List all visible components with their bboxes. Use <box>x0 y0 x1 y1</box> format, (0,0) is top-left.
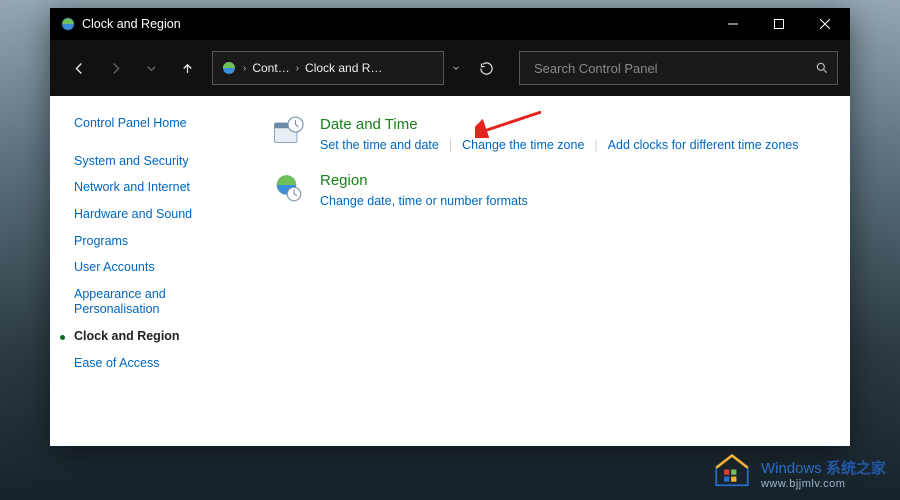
back-button[interactable] <box>62 51 96 85</box>
forward-button[interactable] <box>98 51 132 85</box>
breadcrumb-seg-1[interactable]: Clock and R… <box>305 61 382 75</box>
watermark: Windows 系统之家 www.bjjmlv.com <box>711 452 886 494</box>
maximize-button[interactable] <box>756 8 802 40</box>
sidebar-home[interactable]: Control Panel Home <box>74 116 240 132</box>
separator: | <box>449 138 452 152</box>
control-panel-window: Clock and Region <box>50 8 850 446</box>
watermark-text-1b: 系统之家 <box>826 460 886 477</box>
sidebar-item-0[interactable]: System and Security <box>74 154 240 170</box>
control-panel-icon <box>221 60 237 76</box>
category-link-0-1[interactable]: Change the time zone <box>462 138 584 152</box>
refresh-button[interactable] <box>469 51 503 85</box>
sidebar: Control Panel Home System and Security Ne… <box>50 96 250 446</box>
date-time-icon <box>270 114 306 150</box>
chevron-right-icon: › <box>243 63 246 74</box>
sidebar-item-1[interactable]: Network and Internet <box>74 180 240 196</box>
sidebar-item-6[interactable]: Clock and Region <box>74 329 240 345</box>
main-panel: Date and Time Set the time and date | Chang… <box>250 96 850 446</box>
nav-toolbar: › Cont… › Clock and R… <box>50 40 850 96</box>
chevron-right-icon: › <box>296 63 299 74</box>
category-link-1-0[interactable]: Change date, time or number formats <box>320 194 528 208</box>
category-link-0-2[interactable]: Add clocks for different time zones <box>608 138 799 152</box>
content-area: Control Panel Home System and Security Ne… <box>50 96 850 446</box>
breadcrumb-seg-0[interactable]: Cont… <box>252 61 289 75</box>
close-button[interactable] <box>802 8 848 40</box>
sidebar-item-5[interactable]: Appearance and Personalisation <box>74 287 240 318</box>
category-0: Date and Time Set the time and date | Chang… <box>270 114 830 152</box>
breadcrumb-dropdown[interactable] <box>445 51 467 85</box>
search-icon <box>815 61 829 75</box>
category-title-0[interactable]: Date and Time <box>320 116 418 134</box>
separator: | <box>594 138 597 152</box>
region-icon <box>270 170 306 206</box>
minimize-button[interactable] <box>710 8 756 40</box>
up-button[interactable] <box>170 51 204 85</box>
watermark-text-2: www.bjjmlv.com <box>761 478 886 490</box>
sidebar-item-2[interactable]: Hardware and Sound <box>74 207 240 223</box>
watermark-logo-icon <box>711 452 753 494</box>
search-box[interactable] <box>519 51 838 85</box>
sidebar-item-7[interactable]: Ease of Access <box>74 356 240 372</box>
category-link-0-0[interactable]: Set the time and date <box>320 138 439 152</box>
category-title-1[interactable]: Region <box>320 172 368 190</box>
sidebar-item-4[interactable]: User Accounts <box>74 260 240 276</box>
clock-region-icon <box>60 16 76 32</box>
sidebar-item-3[interactable]: Programs <box>74 234 240 250</box>
search-input[interactable] <box>532 60 815 77</box>
category-1: Region Change date, time or number format… <box>270 170 830 208</box>
watermark-text-1a: Windows <box>761 460 822 477</box>
titlebar: Clock and Region <box>50 8 850 40</box>
breadcrumb[interactable]: › Cont… › Clock and R… <box>212 51 444 85</box>
window-title: Clock and Region <box>82 17 181 31</box>
recent-dropdown[interactable] <box>134 51 168 85</box>
